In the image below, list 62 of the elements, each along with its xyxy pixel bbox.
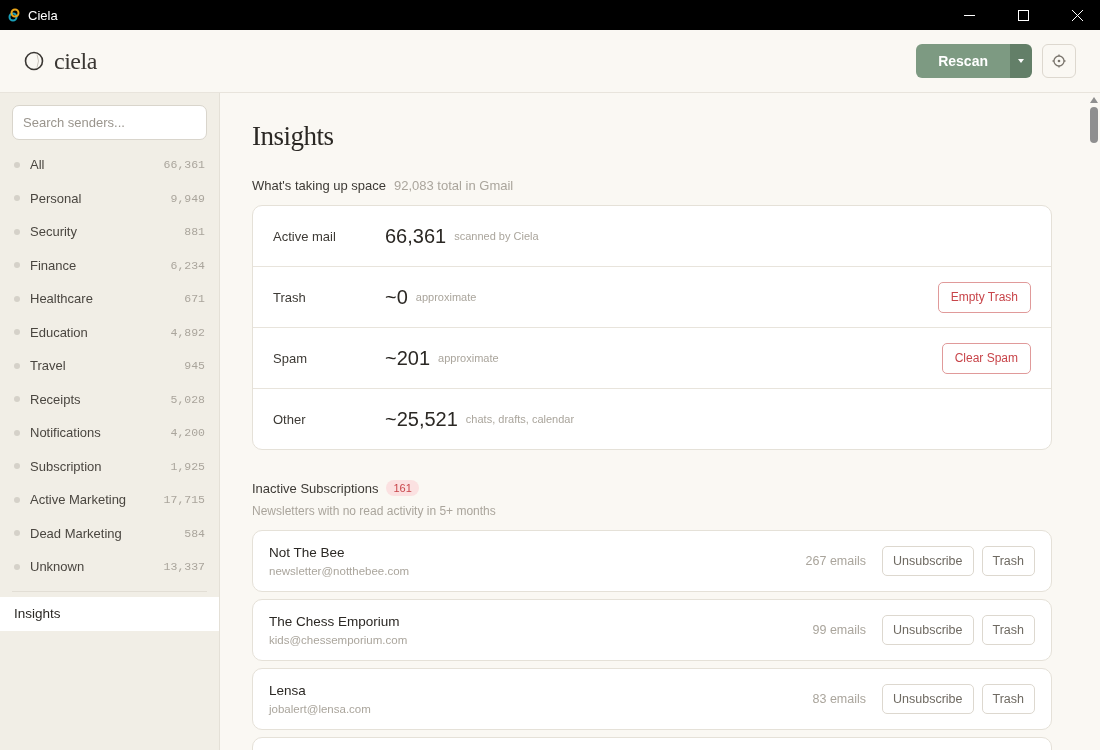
row-value: 66,361 — [385, 224, 447, 248]
row-note: approximate — [438, 352, 499, 364]
app-icon — [8, 8, 20, 22]
maximize-icon — [1017, 9, 1029, 21]
count-badge: 161 — [386, 480, 419, 496]
category-item[interactable]: Notifications 4,200 — [0, 416, 219, 450]
row-note: scanned by Ciela — [454, 230, 539, 242]
scrollbar-thumb[interactable] — [1090, 107, 1098, 143]
email-count: 83 emails — [812, 692, 866, 706]
row-note: approximate — [415, 291, 477, 303]
category-item[interactable]: Education 4,892 — [0, 315, 219, 349]
sender-email: kids@chessemporium.com — [269, 634, 409, 646]
category-item[interactable]: Subscription 1,925 — [0, 449, 219, 483]
category-item[interactable]: Travel 945 — [0, 349, 219, 383]
logo-text: ciela — [54, 47, 98, 75]
trash-button[interactable]: Trash — [981, 684, 1035, 714]
section-title: Inactive Subscriptions — [252, 480, 379, 496]
row-label: Active mail — [273, 228, 337, 244]
category-item[interactable]: Dead Marketing 584 — [0, 516, 219, 550]
caret-icon — [1018, 59, 1024, 63]
insights-item[interactable]: Insights — [0, 596, 219, 631]
unsubscribe-button[interactable]: Unsubscribe — [882, 546, 974, 576]
category-item[interactable]: Unknown 13,337 — [0, 550, 219, 584]
search-field[interactable]: Search senders... — [12, 105, 207, 140]
settings-icon — [1051, 53, 1067, 69]
sender-name: Lensa — [269, 683, 307, 698]
unsubscribe-button[interactable]: Unsubscribe — [882, 615, 974, 645]
action-button[interactable]: Empty Trash — [937, 281, 1031, 313]
row-label: Spam — [273, 350, 308, 366]
row-label: Other — [273, 411, 307, 427]
category-item[interactable]: Receipts 5,028 — [0, 382, 219, 416]
close-icon — [1071, 9, 1083, 21]
trash-button[interactable]: Trash — [981, 546, 1035, 576]
category-item[interactable]: Active Marketing 17,715 — [0, 483, 219, 517]
total-text: 92,083 total in Gmail — [394, 178, 514, 193]
dropdown-button[interactable] — [1010, 44, 1032, 78]
row-value: ~201 — [385, 346, 431, 370]
sender-name: Not The Bee — [269, 545, 346, 560]
row-note: chats, drafts, calendar — [465, 413, 575, 425]
email-count: 267 emails — [805, 554, 866, 568]
category-item[interactable]: Finance 6,234 — [0, 248, 219, 282]
trash-button[interactable]: Trash — [981, 615, 1035, 645]
category-item[interactable]: Healthcare 671 — [0, 282, 219, 316]
category-item[interactable]: Security 881 — [0, 215, 219, 249]
sender-name: The Chess Emporium — [269, 614, 401, 629]
section-subtitle: Newsletters with no read activity in 5+ months — [252, 504, 497, 518]
section-title: What's taking up space — [252, 178, 386, 193]
unsubscribe-button[interactable]: Unsubscribe — [882, 684, 974, 714]
window-title: Ciela — [28, 7, 59, 23]
email-count: 99 emails — [812, 623, 866, 637]
settings-button[interactable] — [1042, 44, 1076, 78]
page-title: Insights — [252, 121, 335, 152]
sender-email: jobalert@lensa.com — [269, 703, 372, 715]
logo-icon — [24, 51, 44, 71]
row-label: Trash — [273, 289, 307, 305]
category-item[interactable]: Personal 9,949 — [0, 181, 219, 215]
category-item[interactable]: All 66,361 — [0, 148, 219, 182]
sender-email: newsletter@notthebee.com — [269, 565, 411, 577]
action-button[interactable]: Clear Spam — [941, 342, 1031, 374]
row-value: ~25,521 — [385, 407, 458, 431]
row-value: ~0 — [385, 285, 408, 309]
scroll-up-icon[interactable] — [1090, 97, 1098, 103]
